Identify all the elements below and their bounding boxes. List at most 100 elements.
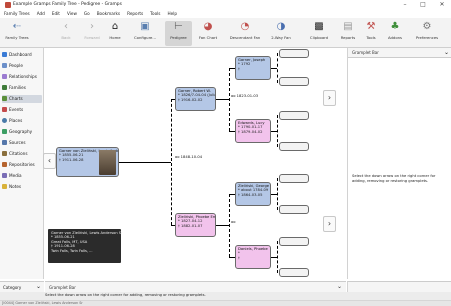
configure-button[interactable]: ▣ Configure... [131, 21, 159, 46]
home-button[interactable]: ⌂ Home [106, 21, 124, 46]
sidebar-item-charts[interactable]: Charts [2, 95, 42, 103]
category-selector[interactable]: Category ⌄ [0, 281, 44, 292]
sidebar-item-media[interactable]: Media [2, 172, 42, 180]
addons-button[interactable]: ♣ Addons [385, 21, 405, 46]
notes-icon [2, 184, 7, 189]
menu-view[interactable]: View [67, 10, 77, 18]
paternal-grandmother-box[interactable]: Edwards, Lucy * 1790-01-17 † 1879-04-02 [235, 119, 271, 143]
sidebar-item-repositories[interactable]: Repositories [2, 161, 42, 169]
minimize-button[interactable]: – [400, 1, 410, 9]
sidebar-item-people[interactable]: People [2, 62, 42, 70]
empty-person-box[interactable] [279, 268, 309, 277]
chevron-down-icon: ⌄ [35, 283, 41, 290]
clipboard-button[interactable]: ▩ Clipboard [305, 21, 333, 46]
person-tooltip: Garner von Zieliński, Lewis Anderson Sr … [48, 229, 123, 263]
close-button[interactable]: ✕ [437, 1, 447, 9]
empty-person-box[interactable] [279, 49, 309, 58]
menu-tools[interactable]: Tools [150, 10, 160, 18]
person-death: † 1864-03-05 [238, 192, 263, 197]
paternal-marriage-label: oo 1823-01-03 [231, 94, 259, 98]
gramps-app-icon [5, 2, 11, 8]
empty-person-box[interactable] [279, 142, 309, 151]
ancestor-nav-button[interactable]: › [323, 90, 336, 106]
pedigree-canvas[interactable]: oo 1848-10-04 oo 1823-01-03 oo Garner vo… [43, 48, 346, 279]
right-gramplet-pane: Gramplet Bar ⌄ Select the down arrow on … [347, 48, 451, 279]
chevron-down-icon[interactable]: ⌄ [337, 283, 342, 290]
empty-person-box[interactable] [279, 111, 309, 120]
toolbar: ⇠ Family Trees ‹ Back › Forward ⌂ Home ▣… [0, 18, 451, 48]
gramplet-bar-tab[interactable]: Gramplet Bar [352, 50, 379, 55]
sidebar-item-citations[interactable]: Citations [2, 150, 42, 158]
parents-marriage-label: oo 1848-10-04 [175, 155, 203, 159]
gramplet-bar-tab[interactable]: Gramplet Bar [49, 285, 76, 290]
charts-icon [2, 96, 7, 101]
sidebar-item-geography[interactable]: Geography [2, 128, 42, 136]
maximize-button[interactable]: □ [418, 1, 428, 9]
back-button[interactable]: ‹ Back [56, 21, 76, 46]
sidebar-item-sources[interactable]: Sources [2, 139, 42, 147]
mother-box[interactable]: Zieliński, Phoebe Emily * 1827-04-12 † 1… [175, 213, 216, 237]
menu-go[interactable]: Go [84, 10, 90, 18]
child-nav-button[interactable]: ‹ [43, 153, 56, 169]
menu-bookmarks[interactable]: Bookmarks [97, 10, 120, 18]
families-icon [2, 85, 7, 90]
descendant-fan-button[interactable]: ◔ Descendant Fan [227, 21, 263, 46]
empty-person-box[interactable] [279, 237, 309, 246]
sidebar-item-dashboard[interactable]: Dashboard [2, 51, 42, 59]
connector [277, 241, 278, 273]
menu-family-trees[interactable]: Family Trees [4, 10, 30, 18]
preferences-button[interactable]: ⚙ Preferences [412, 21, 442, 46]
sources-icon [2, 140, 7, 145]
status-bar: Select the down arrow on the right corne… [0, 292, 451, 300]
empty-person-box[interactable] [279, 205, 309, 214]
father-box[interactable]: Garner, Robert W. * 1826/7-04-04 (Julian… [175, 87, 216, 111]
tools-button[interactable]: ⚒ Tools [362, 21, 380, 46]
connector [216, 225, 229, 226]
ancestor-nav-button[interactable]: › [323, 216, 336, 232]
paternal-grandfather-box[interactable]: Garner, Joseph * 1792 † [235, 56, 271, 80]
gramplet-bar-header: Gramplet Bar ⌄ [348, 48, 451, 58]
two-way-fan-button[interactable]: ◑ 2-Way Fan [268, 21, 294, 46]
fan-chart-button[interactable]: ◕ Fan Chart [196, 21, 220, 46]
connector [119, 162, 171, 163]
tooltip-line: Twin Falls, Twin Falls, ... [51, 248, 93, 253]
back-arrow-icon: ‹ [64, 21, 68, 32]
family-trees-button[interactable]: ⇠ Family Trees [3, 21, 31, 46]
menu-help[interactable]: Help [168, 10, 178, 18]
chevron-down-icon[interactable]: ⌄ [444, 49, 449, 56]
addons-icon: ♣ [390, 21, 400, 32]
person-death: † [238, 66, 240, 71]
menu-add[interactable]: Add [37, 10, 45, 18]
sidebar-item-places[interactable]: Places [2, 117, 42, 125]
connector [229, 68, 230, 131]
sidebar-item-notes[interactable]: Notes [2, 183, 42, 191]
menu-edit[interactable]: Edit [52, 10, 60, 18]
person-death: † 1882-01-07 [178, 223, 203, 228]
navigator-sidebar: Dashboard People Relationships Families … [0, 48, 44, 279]
maternal-grandfather-box[interactable]: Zieliński, George * about 1784-09 † 1864… [235, 182, 271, 206]
gramps-window: Example Gramps Family Tree - Pedigree - … [0, 0, 451, 306]
menu-reports[interactable]: Reports [127, 10, 143, 18]
sidebar-item-events[interactable]: Events [2, 106, 42, 114]
connector [277, 115, 278, 147]
person-death: † 1911-06-28 [59, 157, 84, 162]
connector [229, 194, 230, 257]
events-icon [2, 107, 7, 112]
person-death: † [238, 255, 240, 260]
configure-icon: ▣ [140, 21, 150, 32]
person-death: † 1879-04-02 [238, 129, 263, 134]
connector [171, 99, 172, 225]
connector [277, 53, 278, 83]
maternal-grandmother-box[interactable]: Daniels, Phoebe * † [235, 245, 271, 269]
empty-person-box[interactable] [279, 77, 309, 86]
forward-button[interactable]: › Forward [81, 21, 103, 46]
sidebar-item-relationships[interactable]: Relationships [2, 73, 42, 81]
active-person-box[interactable]: Garner von Zieliński, Lewis Anderson Sr … [56, 147, 119, 177]
people-icon [2, 63, 7, 68]
pedigree-view-button[interactable]: ⊢ Pedigree [165, 21, 192, 46]
gear-icon: ⚙ [422, 21, 432, 32]
empty-person-box[interactable] [279, 174, 309, 183]
sidebar-item-families[interactable]: Families [2, 84, 42, 92]
reports-button[interactable]: ▤ Reports [337, 21, 359, 46]
person-name: Daniels, Phoebe [238, 247, 268, 251]
